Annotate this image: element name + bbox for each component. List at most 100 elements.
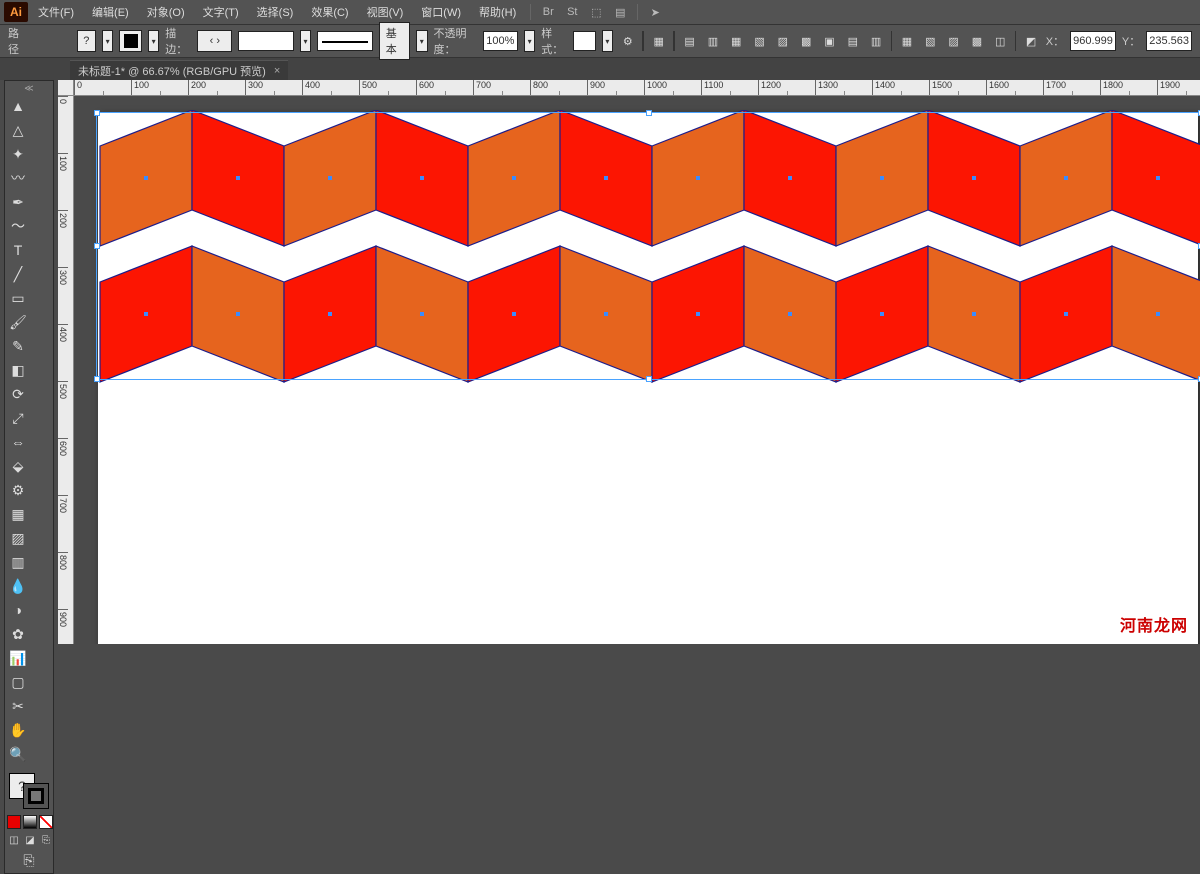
- stock-icon[interactable]: St: [561, 2, 583, 22]
- shape-builder-tool-icon[interactable]: ⚙: [7, 479, 29, 501]
- zoom-tool-icon[interactable]: 🔍: [7, 743, 29, 765]
- magic-wand-tool-icon[interactable]: ✦: [7, 143, 29, 165]
- brush-tool-icon[interactable]: 🖌: [7, 311, 29, 333]
- artboard-tool-icon[interactable]: ▢: [7, 671, 29, 693]
- fill-dropdown-icon[interactable]: ▾: [102, 30, 113, 52]
- gpu-icon[interactable]: ➤: [644, 2, 666, 22]
- close-tab-icon[interactable]: ×: [274, 65, 280, 77]
- align-1-icon[interactable]: ▤: [681, 30, 698, 52]
- symbol-tool-icon[interactable]: ✿: [7, 623, 29, 645]
- gradient-tool-icon[interactable]: ▥: [7, 551, 29, 573]
- brush-dd-icon[interactable]: ▾: [416, 30, 427, 52]
- draw-mode-1-icon[interactable]: ◫: [7, 833, 21, 847]
- none-color-icon[interactable]: [39, 815, 53, 829]
- draw-mode-2-icon[interactable]: ◪: [23, 833, 37, 847]
- menu-separator: [637, 4, 638, 20]
- rotate-tool-icon[interactable]: ⟳: [7, 383, 29, 405]
- vertical-ruler[interactable]: 0100200300400500600700800900: [58, 96, 74, 644]
- stroke-weight-input[interactable]: ‹ ›: [197, 30, 232, 52]
- arrange-icon[interactable]: ⬚: [585, 2, 607, 22]
- panels-icon[interactable]: ▤: [609, 2, 631, 22]
- menu-select[interactable]: 选择(S): [249, 2, 302, 22]
- ruler-tick: 300: [58, 267, 68, 324]
- align-8-icon[interactable]: ▤: [844, 30, 861, 52]
- width-tool-icon[interactable]: ⇔: [7, 431, 29, 453]
- panel-grip-icon[interactable]: ≪: [7, 83, 51, 93]
- menu-edit[interactable]: 编辑(E): [84, 2, 137, 22]
- stroke-dropdown-icon[interactable]: ▾: [148, 30, 159, 52]
- align-14-icon[interactable]: ◫: [992, 30, 1009, 52]
- slice-tool-icon[interactable]: ✂: [7, 695, 29, 717]
- canvas-wrap: 0100200300400500600700800900100011001200…: [58, 80, 1200, 644]
- recolor-icon[interactable]: ⚙: [619, 30, 636, 52]
- rectangle-tool-icon[interactable]: ▭: [7, 287, 29, 309]
- ruler-tick: 200: [58, 210, 68, 267]
- viewport[interactable]: 河南龙网: [74, 96, 1200, 644]
- stroke-swatch[interactable]: [119, 30, 141, 52]
- draw-mode-3-icon[interactable]: ⎘: [39, 833, 53, 847]
- horizontal-ruler[interactable]: 0100200300400500600700800900100011001200…: [74, 80, 1200, 96]
- perspective-tool-icon[interactable]: ▦: [7, 503, 29, 525]
- fill-swatch[interactable]: ?: [77, 30, 96, 52]
- scale-tool-icon[interactable]: ⤢: [7, 407, 29, 429]
- transform-icon[interactable]: ◩: [1022, 30, 1039, 52]
- fill-stroke-swatch[interactable]: ?: [7, 771, 51, 811]
- menu-help[interactable]: 帮助(H): [471, 2, 524, 22]
- align-7-icon[interactable]: ▣: [821, 30, 838, 52]
- varwidth-dd-icon[interactable]: ▾: [300, 30, 311, 52]
- align-2-icon[interactable]: ▥: [704, 30, 721, 52]
- align-5-icon[interactable]: ▨: [774, 30, 791, 52]
- stroke-color-icon[interactable]: [23, 783, 49, 809]
- line-tool-icon[interactable]: ╱: [7, 263, 29, 285]
- bridge-icon[interactable]: Br: [537, 2, 559, 22]
- gradient-color-icon[interactable]: [23, 815, 37, 829]
- hand-tool-icon[interactable]: ✋: [7, 719, 29, 741]
- pencil-tool-icon[interactable]: ✎: [7, 335, 29, 357]
- align-grid-icon[interactable]: ▦: [650, 30, 667, 52]
- ruler-origin[interactable]: [58, 80, 74, 96]
- menu-file[interactable]: 文件(F): [30, 2, 82, 22]
- lasso-tool-icon[interactable]: 〰: [7, 167, 29, 189]
- type-tool-icon[interactable]: T: [7, 239, 29, 261]
- menu-object[interactable]: 对象(O): [139, 2, 193, 22]
- curvature-tool-icon[interactable]: 〜: [7, 215, 29, 237]
- align-11-icon[interactable]: ▧: [922, 30, 939, 52]
- direct-selection-tool-icon[interactable]: △: [7, 119, 29, 141]
- blend-tool-icon[interactable]: ◑: [7, 599, 29, 621]
- menu-window[interactable]: 窗口(W): [413, 2, 469, 22]
- align-3-icon[interactable]: ▦: [728, 30, 745, 52]
- menu-type[interactable]: 文字(T): [195, 2, 247, 22]
- align-4-icon[interactable]: ▧: [751, 30, 768, 52]
- eyedropper-tool-icon[interactable]: 💧: [7, 575, 29, 597]
- pen-tool-icon[interactable]: ✒: [7, 191, 29, 213]
- opacity-input[interactable]: 100%: [483, 31, 518, 51]
- opacity-dd-icon[interactable]: ▾: [524, 30, 535, 52]
- graph-tool-icon[interactable]: 📊: [7, 647, 29, 669]
- align-12-icon[interactable]: ▨: [945, 30, 962, 52]
- style-swatch[interactable]: [573, 31, 595, 51]
- selection-tool-icon[interactable]: ▲: [7, 95, 29, 117]
- eraser-tool-icon[interactable]: ◧: [7, 359, 29, 381]
- align-9-icon[interactable]: ▥: [867, 30, 884, 52]
- align-10-icon[interactable]: ▦: [898, 30, 915, 52]
- menu-effect[interactable]: 效果(C): [303, 2, 356, 22]
- align-6-icon[interactable]: ▩: [798, 30, 815, 52]
- document-tab[interactable]: 未标题-1* @ 66.67% (RGB/GPU 预览) ×: [70, 60, 288, 80]
- solid-color-icon[interactable]: [7, 815, 21, 829]
- free-transform-tool-icon[interactable]: ⬙: [7, 455, 29, 477]
- mesh-tool-icon[interactable]: ▨: [7, 527, 29, 549]
- artwork-pattern[interactable]: [94, 110, 1200, 410]
- brush-dropdown[interactable]: [317, 31, 373, 51]
- ruler-tick: 700: [58, 495, 68, 552]
- screen-mode-icon[interactable]: ⎘: [7, 849, 51, 871]
- menu-view[interactable]: 视图(V): [359, 2, 412, 22]
- brush-label[interactable]: 基本: [379, 22, 410, 60]
- align-13-icon[interactable]: ▩: [968, 30, 985, 52]
- ruler-tick: 100: [58, 153, 68, 210]
- x-value-input[interactable]: 960.999: [1070, 31, 1116, 51]
- color-mode-row: [7, 815, 53, 829]
- style-dd-icon[interactable]: ▾: [602, 30, 613, 52]
- ruler-tick: 600: [416, 80, 473, 96]
- varwidth-dropdown[interactable]: [238, 31, 294, 51]
- y-value-input[interactable]: 235.563: [1146, 31, 1192, 51]
